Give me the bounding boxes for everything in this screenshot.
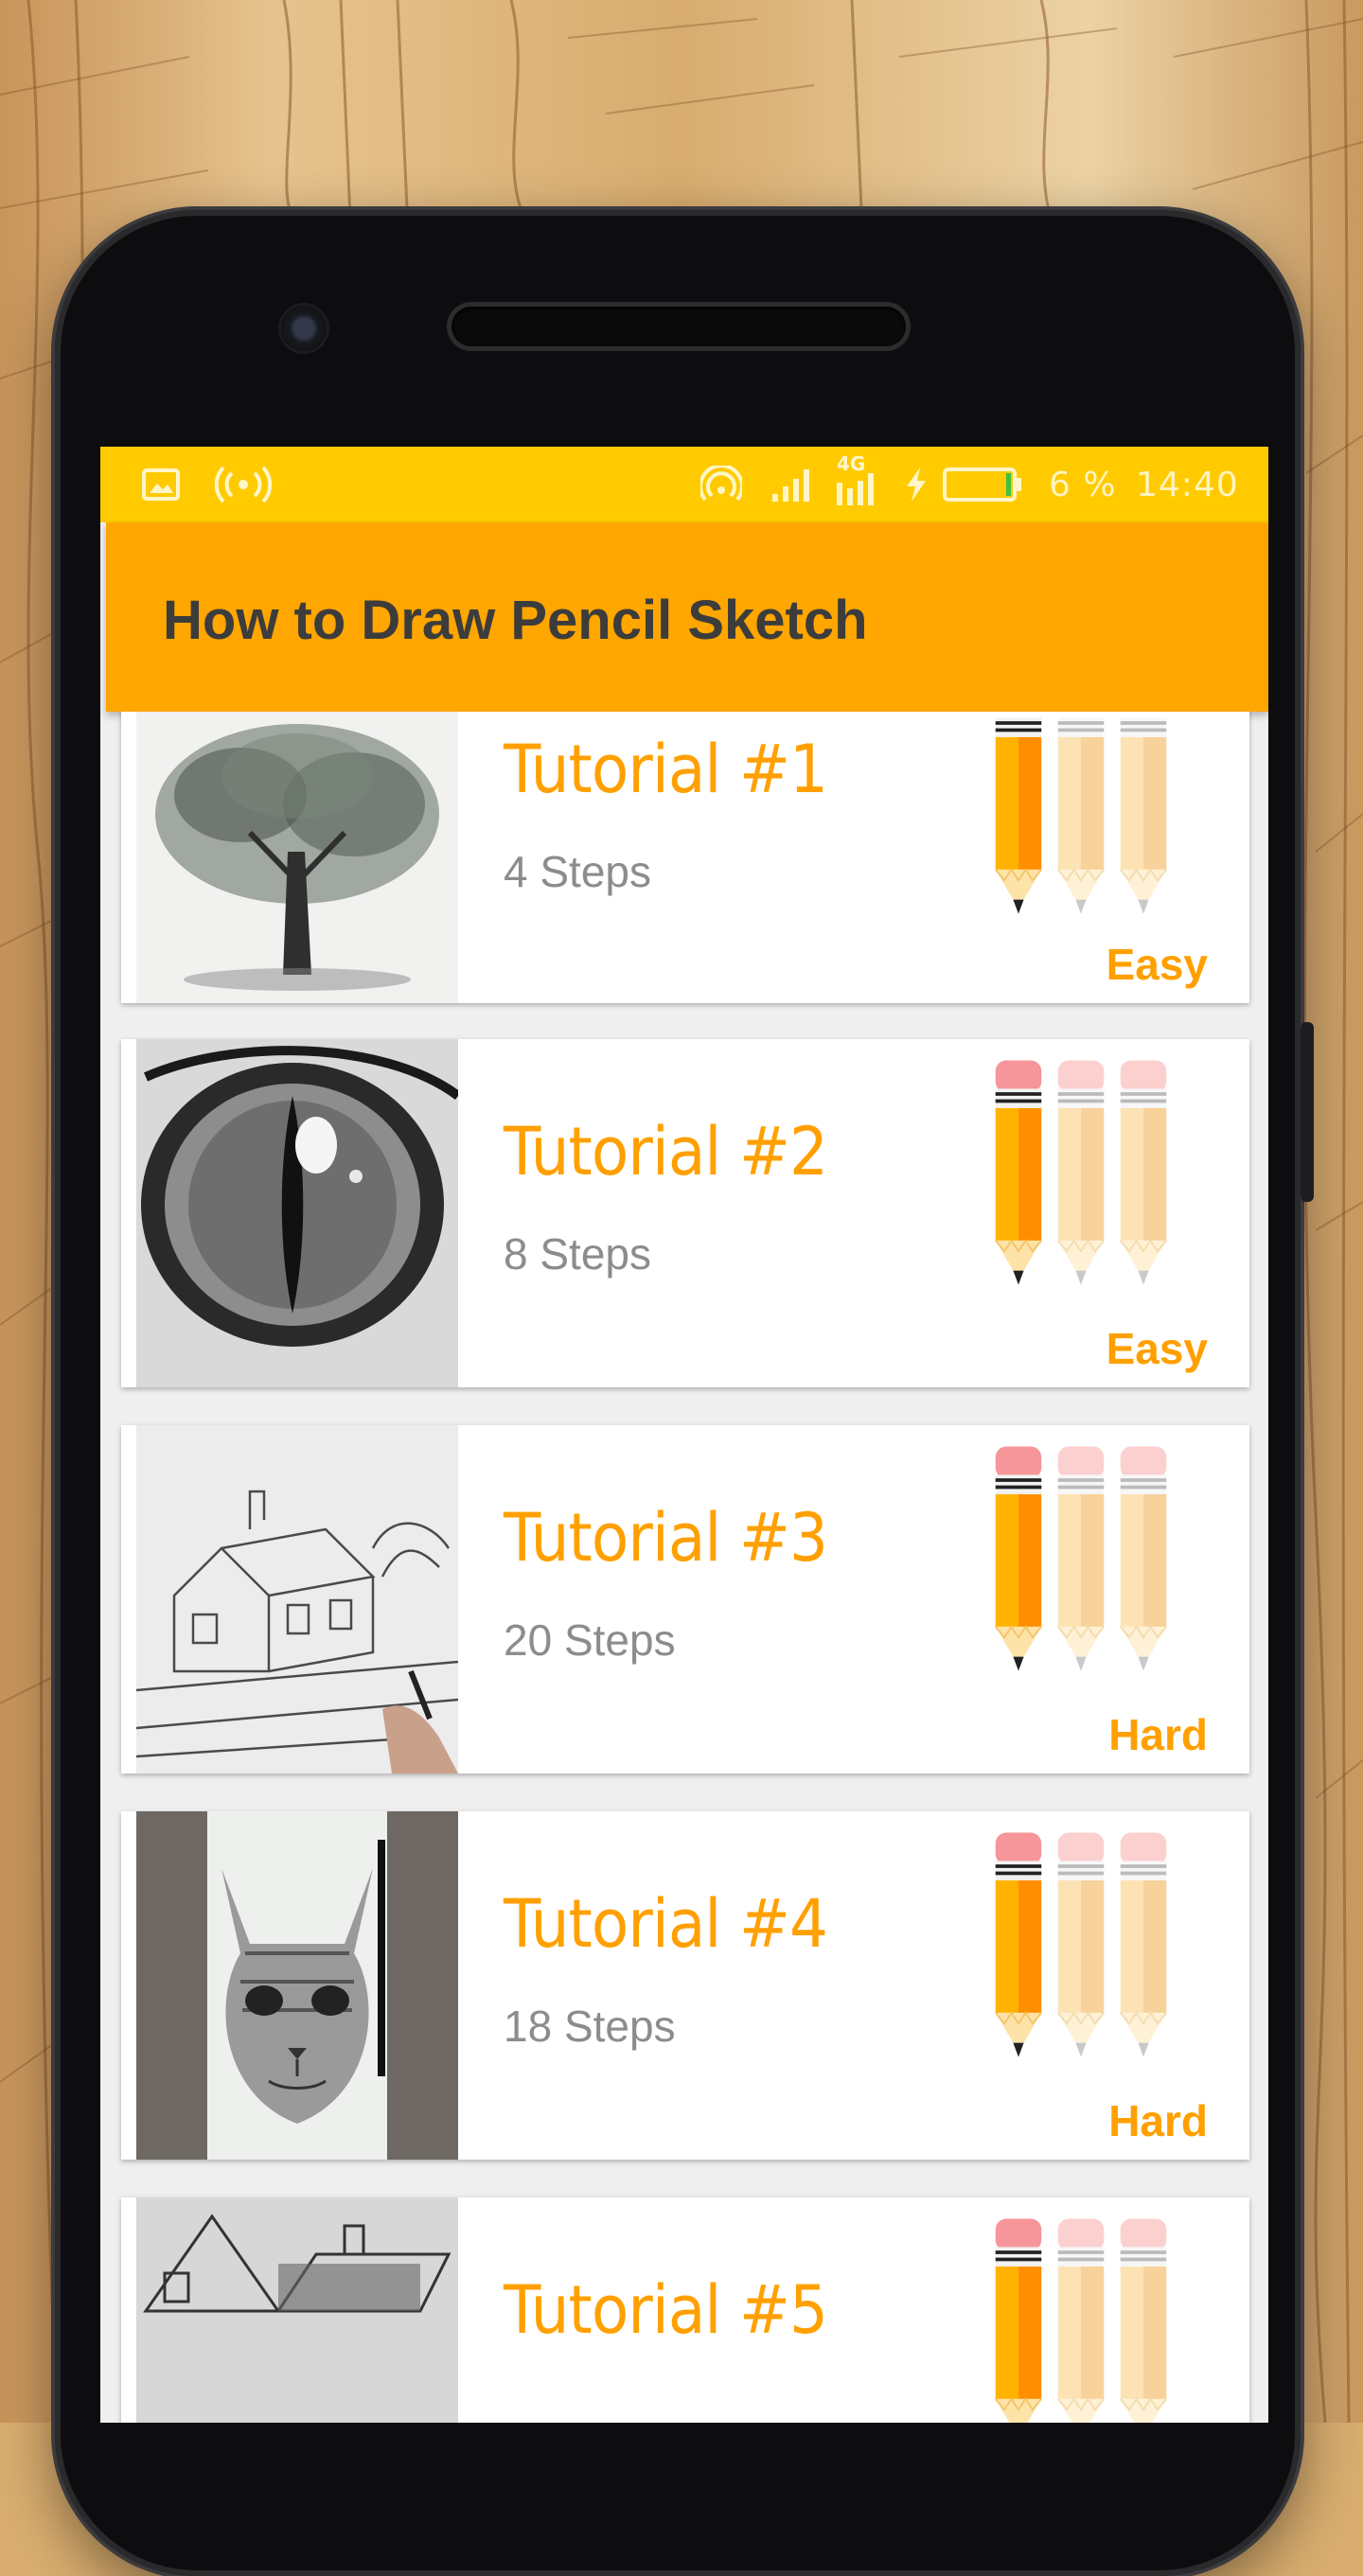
pencil-icon bbox=[992, 712, 1045, 927]
tutorial-steps: 18 Steps bbox=[504, 2002, 676, 2051]
cat-face-sketch-image bbox=[136, 1811, 458, 2160]
pencil-icon bbox=[1054, 1438, 1107, 1685]
difficulty-pencils bbox=[992, 712, 1210, 927]
cat-eye-sketch-image bbox=[136, 1039, 458, 1387]
tutorial-card[interactable]: Tutorial #1 4 Steps Easy bbox=[121, 712, 1249, 1003]
tutorial-card[interactable]: Tutorial #3 20 Steps Hard bbox=[121, 1425, 1249, 1773]
tutorial-title: Tutorial #4 bbox=[504, 1885, 828, 1963]
tutorial-card[interactable]: Tutorial #4 18 Steps Hard bbox=[121, 1811, 1249, 2160]
difficulty-label: Hard bbox=[1108, 1710, 1208, 1759]
tutorial-title: Tutorial #2 bbox=[504, 1113, 828, 1191]
difficulty-label: Easy bbox=[1106, 1324, 1208, 1373]
pencil-icon bbox=[992, 1825, 1045, 2071]
tutorial-card[interactable]: Tutorial #5 bbox=[121, 2197, 1249, 2423]
tutorial-steps: 4 Steps bbox=[504, 847, 651, 896]
pencil-icon bbox=[992, 1052, 1045, 1298]
difficulty-label: Hard bbox=[1108, 2096, 1208, 2145]
battery-icon bbox=[943, 464, 1022, 505]
phone-screen: 4G 6 % 14:40 How to Draw Pencil Sketch T… bbox=[100, 447, 1268, 2423]
gallery-icon bbox=[142, 464, 180, 505]
difficulty-pencils bbox=[992, 1825, 1210, 2071]
difficulty-pencils bbox=[992, 1438, 1210, 1685]
difficulty-pencils bbox=[992, 2211, 1210, 2423]
status-bar: 4G 6 % 14:40 bbox=[100, 447, 1268, 522]
pencil-icon bbox=[992, 1438, 1045, 1685]
tutorial-list[interactable]: Tutorial #1 4 Steps Easy Tutorial #2 8 S… bbox=[100, 712, 1268, 2423]
pencil-icon bbox=[1117, 1438, 1170, 1685]
difficulty-pencils bbox=[992, 1052, 1210, 1298]
battery-percent: 6 % bbox=[1049, 465, 1117, 504]
broadcast-icon bbox=[214, 464, 273, 505]
charging-icon bbox=[903, 464, 929, 505]
signal-icon bbox=[770, 464, 814, 505]
tutorial-steps: 20 Steps bbox=[504, 1615, 676, 1665]
pencil-icon bbox=[1054, 712, 1107, 927]
pencil-icon bbox=[1054, 1052, 1107, 1298]
pencil-icon bbox=[1117, 2211, 1170, 2423]
network-type-label: 4G bbox=[837, 452, 866, 475]
pencil-icon bbox=[1117, 1052, 1170, 1298]
difficulty-label: Easy bbox=[1106, 940, 1208, 989]
tutorial-title: Tutorial #1 bbox=[504, 731, 828, 808]
house-sketch-image bbox=[136, 2197, 458, 2423]
hotspot-icon bbox=[700, 464, 742, 505]
tutorial-title: Tutorial #3 bbox=[504, 1499, 828, 1577]
pencil-icon bbox=[992, 2211, 1045, 2423]
earpiece-speaker bbox=[451, 307, 906, 346]
app-bar: How to Draw Pencil Sketch bbox=[106, 522, 1268, 712]
tutorial-title: Tutorial #5 bbox=[504, 2271, 828, 2349]
cottage-sketch-image bbox=[136, 1425, 458, 1773]
pencil-icon bbox=[1054, 2211, 1107, 2423]
tutorial-card[interactable]: Tutorial #2 8 Steps Easy bbox=[121, 1039, 1249, 1387]
app-title: How to Draw Pencil Sketch bbox=[163, 590, 868, 651]
tutorial-steps: 8 Steps bbox=[504, 1229, 651, 1279]
phone-power-button bbox=[1301, 1022, 1314, 1202]
pencil-icon bbox=[1117, 1825, 1170, 2071]
pencil-icon bbox=[1054, 1825, 1107, 2071]
signal-4g-icon: 4G bbox=[831, 452, 884, 507]
pencil-icon bbox=[1117, 712, 1170, 927]
status-time: 14:40 bbox=[1136, 465, 1239, 504]
front-camera-icon bbox=[281, 306, 327, 351]
tree-sketch-image bbox=[136, 712, 458, 1003]
